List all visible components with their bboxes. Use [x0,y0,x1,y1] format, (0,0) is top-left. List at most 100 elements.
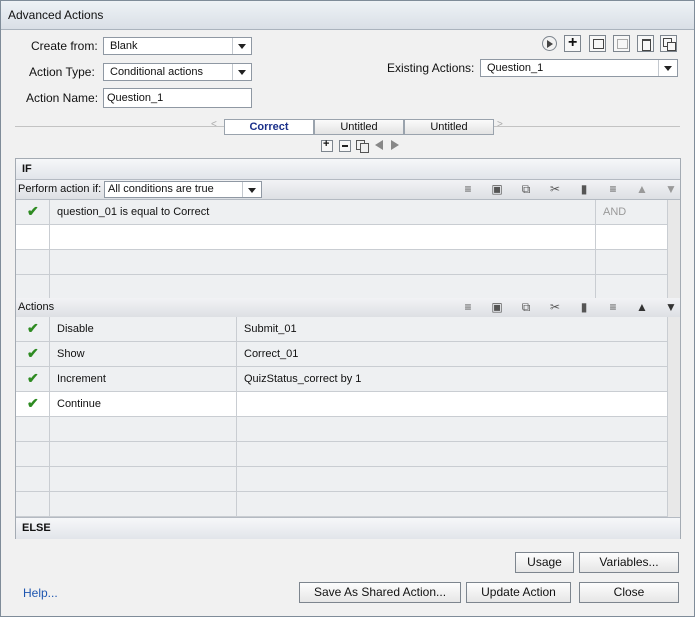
conditions-scrollbar[interactable] [667,200,680,300]
action-target: Submit_01 [244,323,297,335]
if-toolbar: Perform action if: All conditions are tr… [16,180,680,200]
insert-pasted-icon[interactable]: ≡ [606,182,620,196]
divider [595,200,596,224]
action-row-empty[interactable] [16,492,668,517]
chevron-down-icon [242,182,261,197]
paste-icon[interactable]: ▮ [577,182,591,196]
action-row[interactable]: ✔ Disable Submit_01 [16,317,668,342]
condition-mode-value: All conditions are true [108,183,214,195]
existing-actions-dropdown[interactable]: Question_1 [480,59,678,77]
condition-mode-dropdown[interactable]: All conditions are true [104,181,262,198]
import-action-icon[interactable] [589,35,606,52]
copy-icon[interactable]: ⧉ [519,182,533,196]
advanced-actions-dialog: Advanced Actions Create from: Blank Acti… [0,0,695,617]
tab-untitled-1[interactable]: Untitled [314,119,404,135]
row-check-cell [16,442,50,466]
condition-row-empty[interactable] [16,250,668,275]
row-check-cell [16,275,50,299]
divider [236,467,237,491]
add-action-icon[interactable]: + [564,34,581,52]
trash-icon[interactable]: ▣ [490,300,504,314]
action-name-value: Question_1 [107,92,164,104]
window-title: Advanced Actions [8,8,104,22]
tab-untitled-2[interactable]: Untitled [404,119,494,135]
actions-scrollbar[interactable] [667,317,680,517]
divider [236,442,237,466]
export-action-icon[interactable] [613,35,630,52]
action-row-empty[interactable] [16,467,668,492]
insert-row-icon[interactable]: ≡ [461,300,475,314]
tab-scroll-left-icon[interactable]: < [211,119,217,130]
cut-icon[interactable]: ✂ [548,300,562,314]
create-from-label: Create from: [31,39,98,53]
divider [236,417,237,441]
copy-icon[interactable]: ⧉ [519,300,533,314]
trash-icon[interactable]: ▣ [490,182,504,196]
move-tab-left-icon[interactable] [375,140,383,150]
check-icon[interactable]: ✔ [27,203,39,220]
action-target: Correct_01 [244,348,299,360]
update-action-button[interactable]: Update Action [466,582,571,603]
preview-play-icon[interactable] [542,36,557,51]
help-link[interactable]: Help... [23,586,58,600]
action-name: Show [57,348,85,360]
else-title: ELSE [22,522,51,534]
cut-icon[interactable]: ✂ [548,182,562,196]
check-icon[interactable]: ✔ [27,345,39,362]
tab-scroll-right-icon[interactable]: > [497,119,503,130]
duplicate-action-icon[interactable] [660,35,677,52]
move-up-icon[interactable]: ▲ [635,300,649,314]
tab-correct[interactable]: Correct [224,119,314,135]
create-from-dropdown[interactable]: Blank [103,37,252,55]
insert-row-icon[interactable]: ≡ [461,182,475,196]
condition-row-empty[interactable] [16,275,668,300]
variables-button[interactable]: Variables... [579,552,679,573]
move-tab-right-icon[interactable] [391,140,399,150]
row-check-cell [16,417,50,441]
row-check-cell [16,492,50,516]
create-from-value: Blank [110,40,138,52]
chevron-down-icon [232,38,251,54]
divider [595,275,596,299]
remove-tab-icon[interactable] [339,140,351,152]
move-up-icon[interactable]: ▲ [635,182,649,196]
check-icon[interactable]: ✔ [27,370,39,387]
action-name: Continue [57,398,102,410]
divider [236,392,237,416]
delete-action-icon[interactable] [637,35,654,52]
save-as-shared-action-button[interactable]: Save As Shared Action... [299,582,461,603]
copy-tab-icon[interactable] [356,140,369,153]
check-icon[interactable]: ✔ [27,320,39,337]
action-name-label: Action Name: [26,91,99,105]
action-row[interactable]: ✔ Increment QuizStatus_correct by 1 [16,367,668,392]
else-header[interactable]: ELSE [16,517,680,539]
usage-button[interactable]: Usage [515,552,574,573]
action-name: Increment [57,373,106,385]
row-check-cell [16,250,50,274]
move-down-icon[interactable]: ▼ [664,182,678,196]
move-down-icon[interactable]: ▼ [664,300,678,314]
action-type-dropdown[interactable]: Conditional actions [103,63,252,81]
condition-text: question_01 is equal to Correct [57,206,210,218]
add-tab-icon[interactable]: + [321,138,333,152]
row-check-cell [16,225,50,249]
action-row-selected[interactable]: ✔ Continue [16,392,668,417]
close-button[interactable]: Close [579,582,679,603]
action-name-field[interactable]: Question_1 [103,88,252,108]
insert-pasted-icon[interactable]: ≡ [606,300,620,314]
check-icon[interactable]: ✔ [27,395,39,412]
chevron-down-icon [658,60,677,76]
action-type-value: Conditional actions [110,66,203,78]
action-row-empty[interactable] [16,417,668,442]
divider [236,367,237,391]
title-bar: Advanced Actions [1,1,694,30]
existing-actions-value: Question_1 [487,62,544,74]
divider [236,492,237,516]
conditions-panel: IF Perform action if: All conditions are… [15,158,681,539]
action-row[interactable]: ✔ Show Correct_01 [16,342,668,367]
action-row-empty[interactable] [16,442,668,467]
condition-row-empty[interactable] [16,225,668,250]
paste-icon[interactable]: ▮ [577,300,591,314]
condition-row[interactable]: ✔ question_01 is equal to Correct AND [16,200,668,225]
action-name: Disable [57,323,94,335]
